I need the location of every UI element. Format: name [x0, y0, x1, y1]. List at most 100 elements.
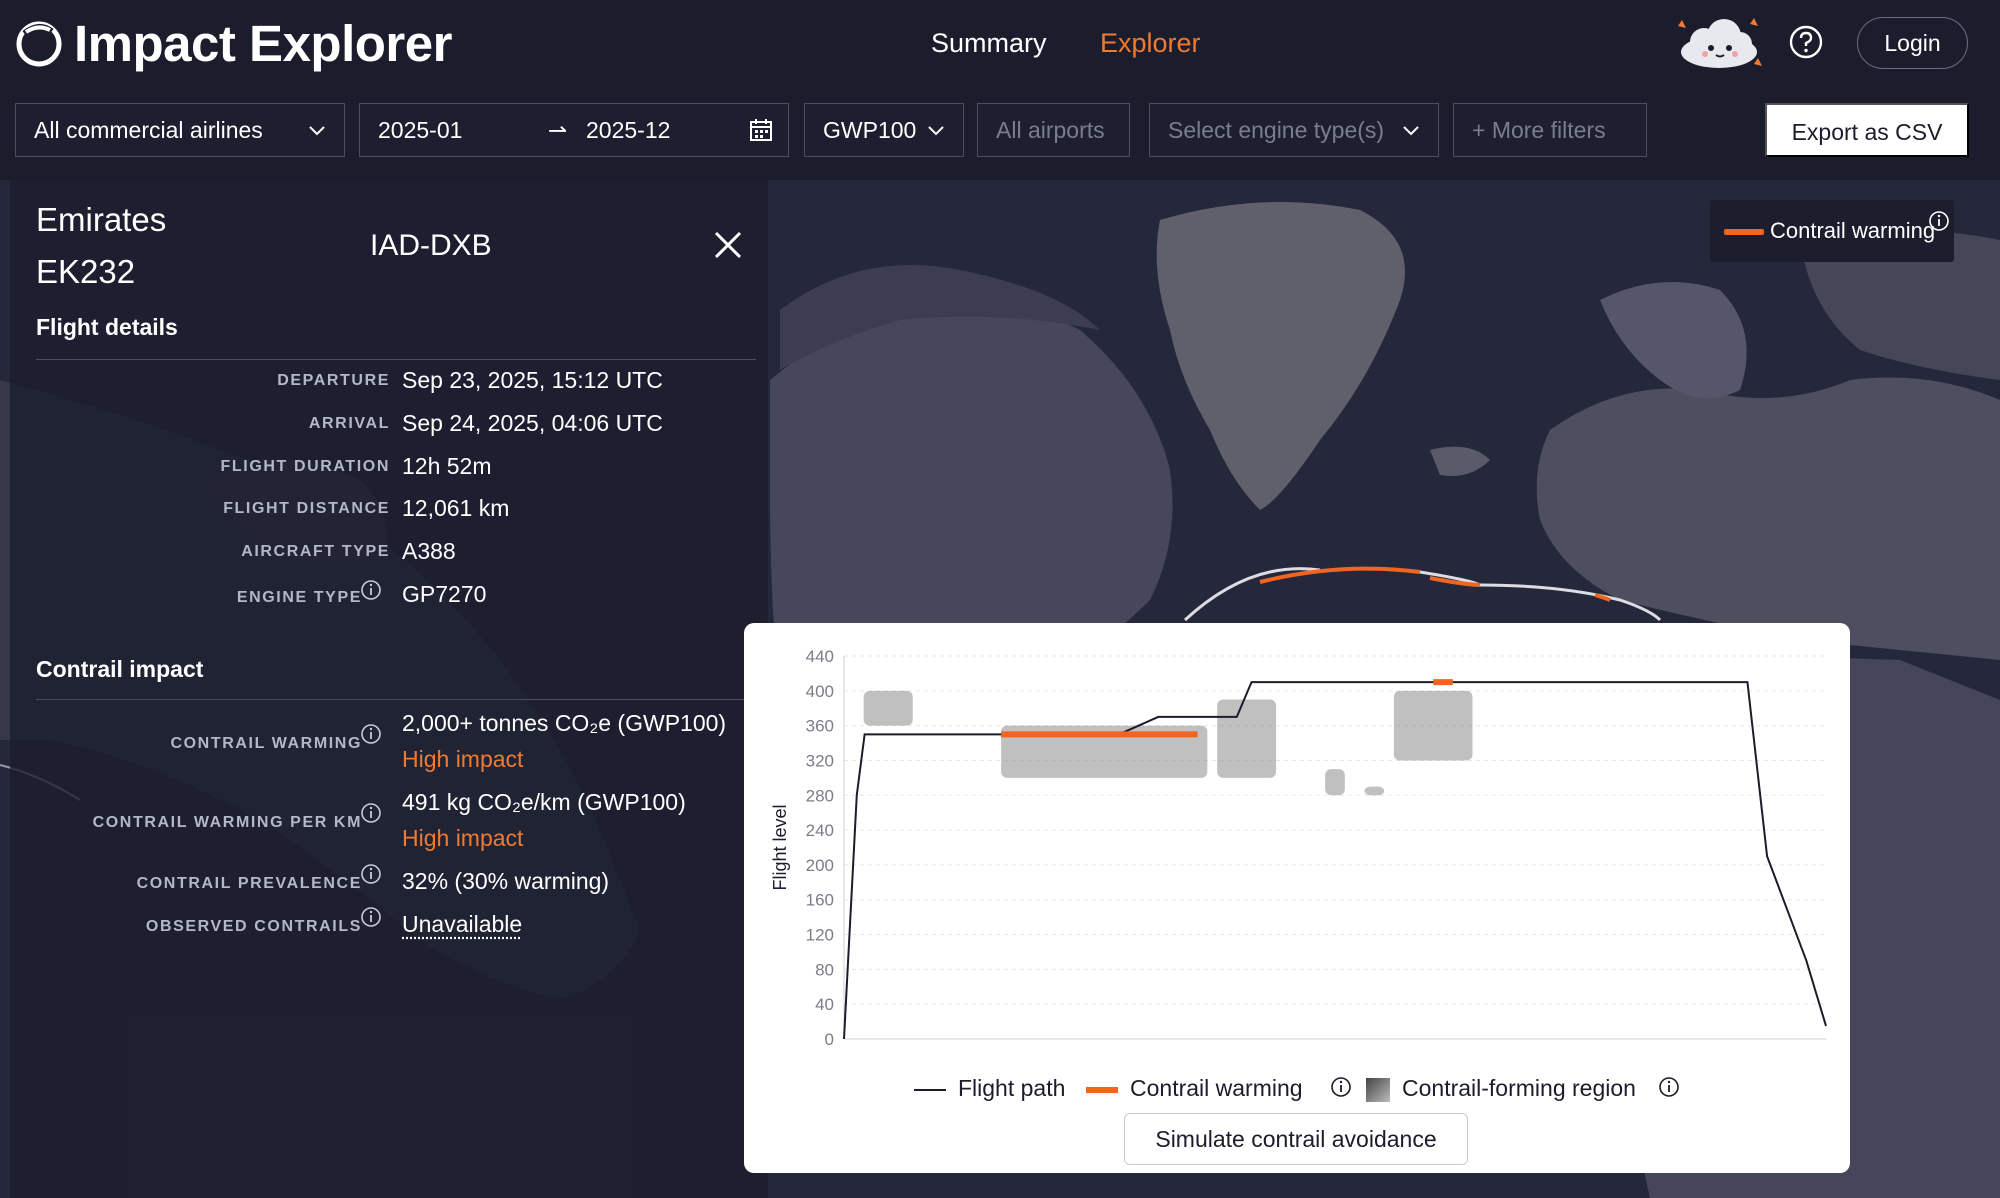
more-filters-button[interactable]: + More filters: [1453, 103, 1647, 157]
detail-value: Sep 24, 2025, 04:06 UTC: [402, 410, 663, 436]
detail-value: 12,061 km: [402, 495, 510, 521]
app-title: Impact Explorer: [74, 15, 452, 72]
filter-bar: All commercial airlines 2025-01 ⇀ 2025-1…: [0, 88, 2000, 180]
y-tick-label: 200: [806, 856, 834, 875]
divider: [36, 359, 756, 360]
legend-flight-path: Flight path: [914, 1073, 1065, 1103]
y-tick-label: 240: [806, 821, 834, 840]
info-icon[interactable]: [1330, 1076, 1352, 1098]
contrail-warming-label: CONTRAIL WARMING: [170, 735, 362, 752]
map-legend-label: Contrail warming: [1770, 218, 1936, 243]
detail-value: GP7270: [402, 581, 487, 607]
y-tick-label: 0: [825, 1030, 834, 1049]
date-range-arrow: ⇀: [548, 117, 568, 143]
contrail-prevalence-label: CONTRAIL PREVALENCE: [136, 875, 362, 892]
y-tick-label: 440: [806, 647, 834, 666]
y-axis-label: Flight level: [770, 804, 790, 890]
contrail-warming-rating: High impact: [402, 746, 524, 772]
contrail-region-swatch: [1366, 1077, 1390, 1102]
gwp-select-value: GWP100: [823, 117, 917, 143]
contrail-impact-title: Contrail impact: [36, 656, 204, 682]
info-icon[interactable]: [360, 802, 382, 824]
detail-value: 12h 52m: [402, 453, 492, 479]
date-range-picker[interactable]: 2025-01 ⇀ 2025-12: [359, 103, 789, 157]
y-tick-label: 400: [806, 682, 834, 701]
y-tick-label: 120: [806, 926, 834, 945]
nav-summary[interactable]: Summary: [931, 26, 1047, 60]
detail-label: ARRIVAL: [308, 415, 390, 432]
date-to: 2025-12: [586, 117, 671, 143]
logo-icon: [16, 21, 62, 67]
detail-label: AIRCRAFT TYPE: [241, 543, 390, 560]
chevron-down-icon: [928, 126, 944, 136]
contrail-region: [863, 690, 913, 726]
legend-flight-path-label: Flight path: [958, 1075, 1066, 1101]
engine-type-select[interactable]: Select engine type(s): [1149, 103, 1439, 157]
observed-contrails-value[interactable]: Unavailable: [402, 909, 522, 939]
warming-per-km-rating: High impact: [402, 825, 524, 851]
gwp-select[interactable]: GWP100: [804, 103, 964, 157]
detail-label: ENGINE TYPE: [236, 589, 362, 606]
info-icon[interactable]: [1928, 210, 1950, 232]
detail-value: A388: [402, 538, 456, 564]
legend-contrail-warming: Contrail warming: [1086, 1073, 1303, 1103]
top-header: Impact Explorer Summary Explorer Login: [0, 0, 2000, 88]
divider: [36, 699, 756, 700]
info-icon[interactable]: [1658, 1076, 1680, 1098]
legend-contrail-region: Contrail-forming region: [1366, 1073, 1636, 1103]
contrail-prevalence-value: 32% (30% warming): [402, 868, 610, 894]
info-icon[interactable]: [360, 579, 382, 601]
calendar-icon: [750, 119, 772, 141]
contrail-warming-swatch: [1724, 229, 1764, 235]
contrail-region: [1325, 769, 1345, 796]
y-tick-label: 320: [806, 751, 834, 770]
map-legend: Contrail warming: [1710, 200, 1954, 262]
cloud-mascot-icon: [1678, 18, 1762, 68]
detail-label: FLIGHT DURATION: [220, 458, 390, 475]
contrail-warming-swatch: [1086, 1086, 1118, 1093]
y-tick-label: 160: [806, 891, 834, 910]
export-csv-button[interactable]: Export as CSV: [1765, 103, 1969, 157]
airline-select-value: All commercial airlines: [34, 117, 263, 143]
airports-filter[interactable]: All airports: [977, 103, 1130, 157]
contrail-warming-value: 2,000+ tonnes CO₂e (GWP100): [402, 710, 727, 736]
help-icon[interactable]: [1788, 24, 1824, 60]
legend-contrail-region-label: Contrail-forming region: [1402, 1075, 1636, 1101]
nav-explorer[interactable]: Explorer: [1100, 26, 1201, 60]
info-icon[interactable]: [360, 723, 382, 745]
engine-type-placeholder: Select engine type(s): [1168, 117, 1385, 143]
warming-per-km-label: CONTRAIL WARMING PER KM: [92, 814, 362, 831]
flight-number: EK232: [36, 253, 136, 290]
flight-details-title: Flight details: [36, 314, 178, 340]
contrail-region: [1217, 699, 1277, 778]
y-tick-label: 360: [806, 717, 834, 736]
close-icon[interactable]: [713, 230, 743, 260]
y-tick-label: 280: [806, 786, 834, 805]
airline-select[interactable]: All commercial airlines: [15, 103, 345, 157]
detail-label: DEPARTURE: [277, 372, 390, 389]
chevron-down-icon: [309, 126, 325, 136]
y-tick-label: 40: [815, 995, 834, 1014]
contrail-region: [1393, 690, 1473, 761]
chevron-down-icon: [1403, 126, 1419, 136]
flight-path-line: [843, 681, 1827, 1040]
date-from: 2025-01: [378, 117, 463, 143]
flight-path-swatch: [914, 1088, 946, 1091]
detail-value: Sep 23, 2025, 15:12 UTC: [402, 367, 663, 393]
simulate-avoidance-button[interactable]: Simulate contrail avoidance: [1124, 1113, 1468, 1165]
warming-per-km-value: 491 kg CO₂e/km (GWP100): [402, 789, 686, 815]
app-logo[interactable]: Impact Explorer: [14, 16, 452, 72]
y-tick-label: 80: [815, 960, 834, 979]
observed-contrails-label: OBSERVED CONTRAILS: [145, 918, 362, 935]
flight-detail-panel: Emirates EK232 IAD-DXB Flight details DE…: [10, 180, 768, 1198]
flight-profile-chart: 0 40 80 120 160 200 240 280 320 360 400 440 Flight l…: [744, 623, 1850, 1173]
info-icon[interactable]: [360, 863, 382, 885]
detail-label: FLIGHT DISTANCE: [223, 500, 390, 517]
info-icon[interactable]: [360, 906, 382, 928]
airline-name: Emirates: [36, 201, 167, 238]
flight-route: IAD-DXB: [370, 229, 492, 262]
login-button[interactable]: Login: [1857, 17, 1968, 69]
legend-contrail-warming-label: Contrail warming: [1130, 1075, 1303, 1101]
flight-profile-plot: 0 40 80 120 160 200 240 280 320 360 400 440 Flight l…: [770, 647, 1827, 1049]
contrail-region: [1364, 786, 1385, 796]
